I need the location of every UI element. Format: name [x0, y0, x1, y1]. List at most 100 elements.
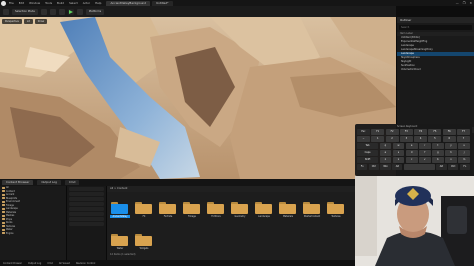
- save-status[interactable]: All Saved: [59, 262, 70, 265]
- key[interactable]: n: [445, 157, 457, 163]
- filter-item[interactable]: [69, 222, 104, 226]
- key[interactable]: F6: [442, 129, 456, 135]
- folder-tile[interactable]: AncientValley: [110, 202, 130, 218]
- level-tab[interactable]: AncientValleyBackground: [106, 0, 151, 6]
- key[interactable]: 6: [442, 136, 456, 142]
- menu-help[interactable]: Help: [95, 1, 101, 5]
- minimize-icon[interactable]: —: [456, 0, 459, 6]
- key[interactable]: c: [405, 157, 418, 163]
- blueprint-icon[interactable]: [49, 8, 56, 15]
- key[interactable]: F2: [385, 129, 399, 135]
- close-icon[interactable]: ✕: [469, 0, 472, 6]
- key[interactable]: f: [418, 150, 431, 156]
- key[interactable]: x: [392, 157, 405, 163]
- maximize-icon[interactable]: ❐: [463, 0, 466, 6]
- folder-tile[interactable]: StarterContent: [302, 202, 322, 218]
- key[interactable]: e: [405, 143, 418, 149]
- folder-tile[interactable]: FortCore: [206, 202, 226, 218]
- save-icon[interactable]: [3, 8, 9, 15]
- outliner-row[interactable]: VolumetricCloud: [397, 68, 474, 72]
- filter-item[interactable]: [69, 217, 104, 221]
- key[interactable]: Ctrl: [368, 164, 380, 170]
- menu-select[interactable]: Select: [69, 1, 78, 5]
- play-button[interactable]: [67, 8, 74, 15]
- key[interactable]: 2: [385, 136, 399, 142]
- key[interactable]: Alt: [436, 164, 447, 170]
- key[interactable]: F3: [399, 129, 413, 135]
- folder-tile[interactable]: Textures: [326, 202, 346, 218]
- filter-item[interactable]: [69, 212, 104, 216]
- key[interactable]: r: [418, 143, 431, 149]
- folder-tile[interactable]: FX: [134, 202, 154, 218]
- output-log-button[interactable]: Output Log: [28, 262, 41, 265]
- key[interactable]: 5: [428, 136, 442, 142]
- menu-build[interactable]: Build: [57, 1, 64, 5]
- key[interactable]: y: [445, 143, 457, 149]
- breadcrumb[interactable]: All > Content: [107, 186, 355, 192]
- key[interactable]: Ctrl: [447, 164, 459, 170]
- content-icon[interactable]: [40, 8, 47, 15]
- key[interactable]: h: [445, 150, 457, 156]
- folder-tile[interactable]: Geometry: [230, 202, 250, 218]
- revision-control-button[interactable]: Revision Control: [76, 262, 95, 265]
- key[interactable]: Fn: [459, 164, 471, 170]
- filter-item[interactable]: [69, 187, 104, 191]
- tab-output-log[interactable]: Output Log: [37, 180, 61, 185]
- folder-tile[interactable]: Water: [110, 234, 130, 250]
- cinematics-icon[interactable]: [58, 8, 65, 15]
- key[interactable]: F1: [371, 129, 385, 135]
- selection-mode-button[interactable]: Selection Mode: [12, 8, 38, 15]
- outliner-search-input[interactable]: Search: [399, 25, 472, 30]
- key[interactable]: q: [379, 143, 392, 149]
- filter-item[interactable]: [69, 197, 104, 201]
- key[interactable]: Fn: [357, 164, 368, 170]
- key[interactable]: Win: [380, 164, 391, 170]
- tab-content-browser[interactable]: Content Browser: [2, 180, 34, 185]
- key[interactable]: F5: [428, 129, 442, 135]
- filter-item[interactable]: [69, 207, 104, 211]
- filter-item[interactable]: [69, 192, 104, 196]
- key[interactable]: a: [379, 150, 392, 156]
- key[interactable]: 3: [399, 136, 413, 142]
- key[interactable]: Shift: [357, 157, 379, 163]
- key[interactable]: g: [432, 150, 444, 156]
- menu-file[interactable]: File: [9, 1, 14, 5]
- untitled-tab[interactable]: Untitled*: [152, 0, 173, 6]
- folder-tree-item[interactable]: Engine: [0, 232, 66, 236]
- tab-cmd[interactable]: Cmd: [64, 180, 80, 185]
- folder-tile[interactable]: Foliage: [182, 202, 202, 218]
- lit-button[interactable]: Lit: [23, 19, 33, 24]
- key[interactable]: j: [458, 150, 470, 156]
- perspective-button[interactable]: Perspective: [2, 19, 22, 24]
- key[interactable]: Alt: [392, 164, 403, 170]
- key[interactable]: d: [405, 150, 418, 156]
- key[interactable]: F4: [414, 129, 428, 135]
- cmd-input[interactable]: Cmd: [47, 262, 53, 265]
- folder-tile[interactable]: Fortnite: [158, 202, 178, 218]
- menu-window[interactable]: Window: [29, 1, 40, 5]
- menu-actor[interactable]: Actor: [83, 1, 90, 5]
- show-button[interactable]: Show: [34, 19, 48, 24]
- key[interactable]: u: [458, 143, 470, 149]
- filter-item[interactable]: [69, 202, 104, 206]
- key[interactable]: b: [432, 157, 444, 163]
- key[interactable]: s: [392, 150, 405, 156]
- key[interactable]: ~: [357, 136, 370, 142]
- key[interactable]: F7: [457, 129, 470, 135]
- key[interactable]: Tab: [357, 143, 379, 149]
- menu-tools[interactable]: Tools: [45, 1, 52, 5]
- key[interactable]: 7: [457, 136, 470, 142]
- content-drawer-button[interactable]: Content Drawer: [3, 262, 22, 265]
- key[interactable]: z: [379, 157, 392, 163]
- level-viewport[interactable]: [0, 17, 396, 179]
- key[interactable]: w: [392, 143, 405, 149]
- key[interactable]: 4: [414, 136, 428, 142]
- launch-icon[interactable]: [76, 8, 83, 15]
- platforms-button[interactable]: Platforms: [85, 8, 105, 15]
- key[interactable]: v: [418, 157, 431, 163]
- folder-tile[interactable]: Widgets: [134, 234, 154, 250]
- key[interactable]: t: [432, 143, 444, 149]
- key[interactable]: Caps: [357, 150, 379, 156]
- key[interactable]: m: [458, 157, 470, 163]
- folder-tile[interactable]: Materials: [278, 202, 298, 218]
